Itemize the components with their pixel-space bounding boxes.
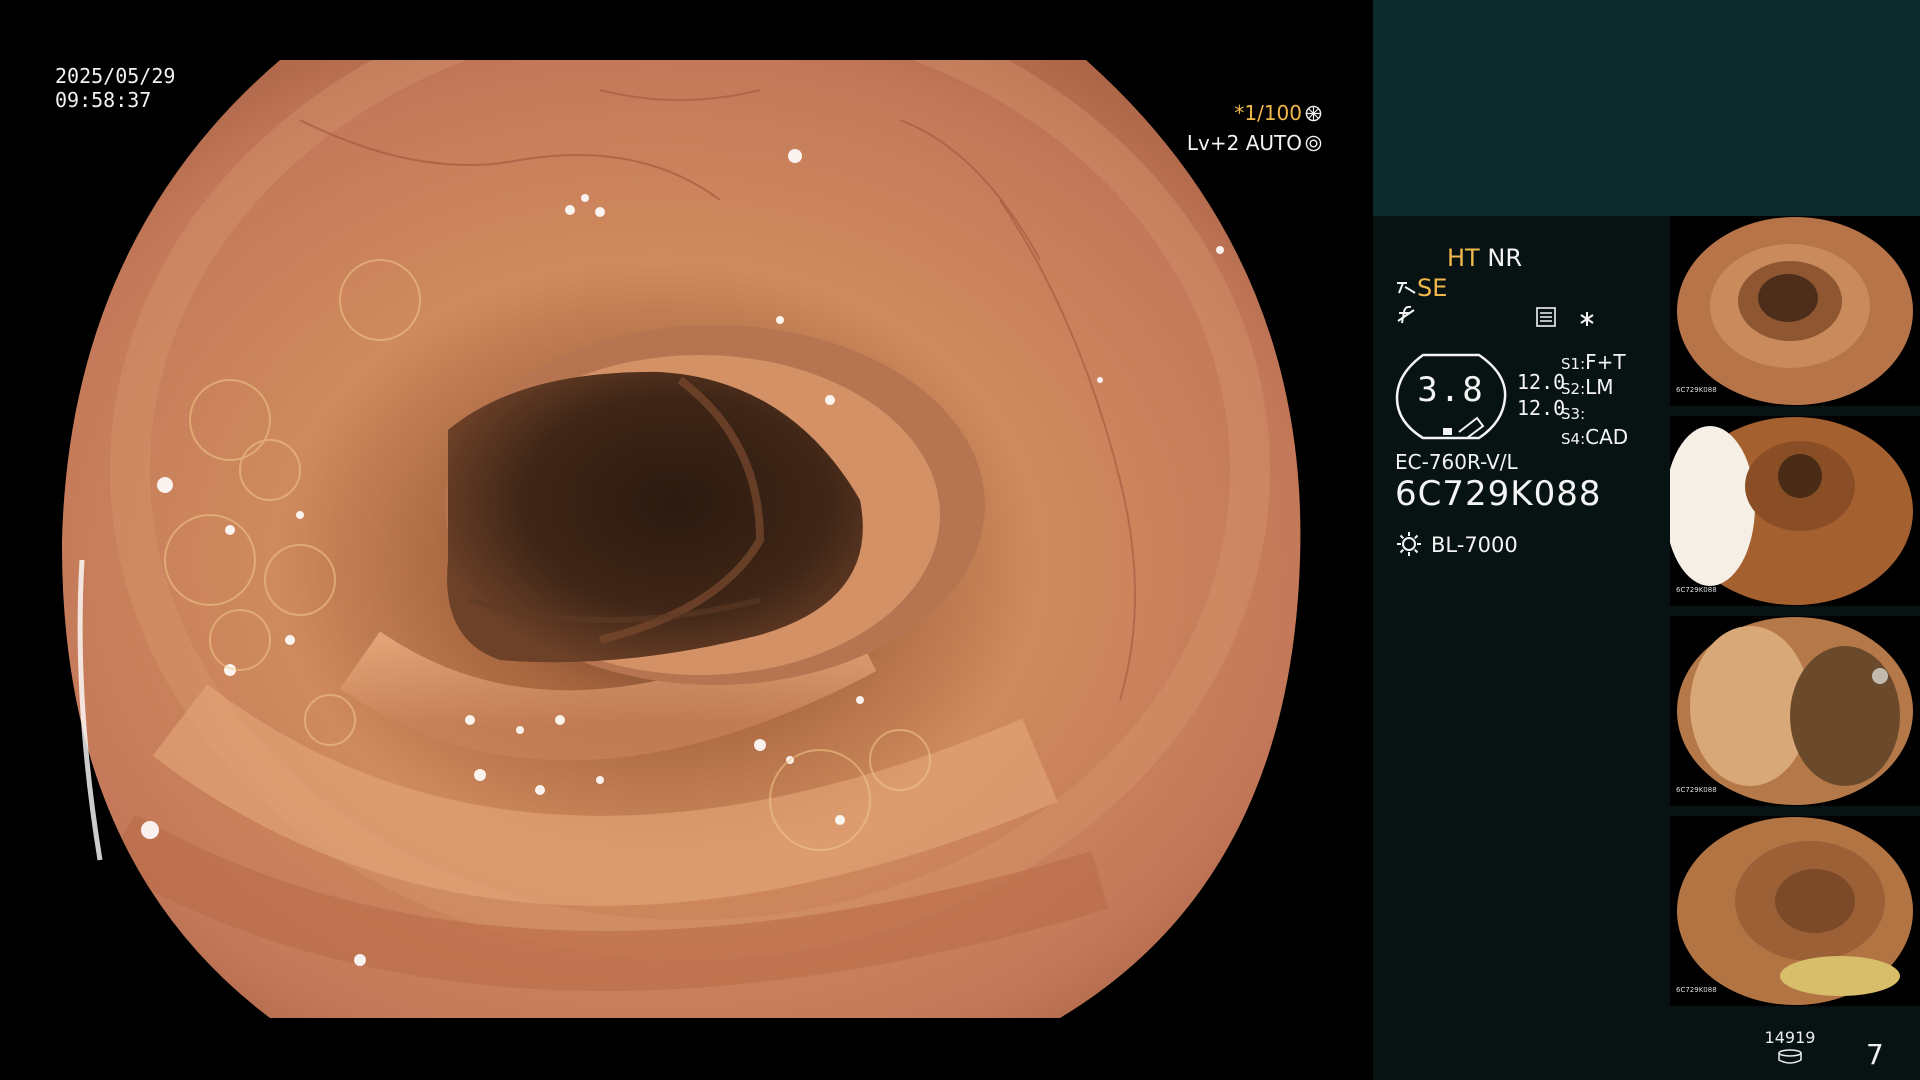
ht-label: HT [1447, 244, 1480, 272]
thumbnail-1-image [1670, 216, 1920, 406]
storage-count: 14919 [1764, 1028, 1816, 1047]
scope-serial: 6C729K088 [1395, 474, 1602, 514]
switch-2-key: S2: [1561, 380, 1586, 398]
switch-2-row: S2:LM [1561, 375, 1614, 399]
thumbnail-4-image [1670, 816, 1920, 1006]
shutter-readout: *1/100 Lv+2 AUTO [1187, 98, 1322, 158]
thumbnail-2-label: 6C729K088 [1676, 586, 1717, 594]
date-text: 2025/05/29 [55, 64, 176, 88]
panel-header-area [1373, 0, 1920, 216]
endoscopic-main-view: 2025/05/29 09:58:37 *1/100 Lv+2 AUTO [0, 0, 1372, 1080]
asterisk-icon [1580, 312, 1594, 326]
iris-mode: AUTO [1245, 131, 1302, 155]
shutter-aperture-icon [1305, 105, 1322, 122]
thumbnail-3[interactable]: 6C729K088 [1670, 616, 1920, 806]
gauge-value: 3.8 [1417, 370, 1485, 410]
gauge: 3.8 [1395, 352, 1507, 440]
switch-4-row: S4:CAD [1561, 425, 1628, 449]
thumbnail-3-label: 6C729K088 [1676, 786, 1717, 794]
iris-icon [1305, 135, 1322, 152]
storage-counter: 14919 [1760, 1028, 1820, 1065]
structure-enhance-icon [1397, 282, 1416, 294]
thumbnail-1[interactable]: 6C729K088 [1670, 216, 1920, 406]
switch-1-key: S1: [1561, 355, 1586, 373]
scope-model: EC-760R-V/L [1395, 450, 1518, 474]
memory-card-icon [1536, 307, 1556, 327]
switch-4-value: CAD [1585, 425, 1629, 449]
thumbnail-1-label: 6C729K088 [1676, 386, 1717, 394]
light-source-label: BL-7000 [1431, 533, 1518, 557]
memory-row [1535, 306, 1596, 331]
freeze-icon [1397, 305, 1415, 324]
status-block: HT NR SE 3.8 12.0 12.0 S1:F+T S2:LM S3: … [1395, 236, 1700, 566]
ht-nr-row: HT NR [1447, 244, 1522, 272]
enhance-level: Lv+2 [1186, 131, 1240, 155]
time-text: 09:58:37 [55, 88, 152, 112]
thumbnail-2-image [1670, 416, 1920, 606]
shutter-prefix: * [1234, 101, 1245, 125]
thumbnail-4-label: 6C729K088 [1676, 986, 1717, 994]
storage-disk-icon [1778, 1049, 1802, 1064]
nr-label: NR [1487, 244, 1522, 272]
switch-4-key: S4: [1561, 430, 1586, 448]
freeze-row [1395, 304, 1417, 332]
se-label: SE [1417, 274, 1448, 302]
light-source-row: BL-7000 [1395, 530, 1518, 558]
switch-2-value: LM [1585, 375, 1614, 399]
light-source-icon [1397, 532, 1421, 556]
gauge-value-b: 12.0 [1517, 396, 1566, 420]
endoscopic-image [0, 0, 1372, 1080]
switch-3-row: S3: [1561, 400, 1585, 424]
se-row: SE [1395, 274, 1447, 302]
date-time-readout: 2025/05/29 09:58:37 [55, 64, 175, 112]
image-count: 7 [1866, 1038, 1884, 1071]
thumbnail-3-image [1670, 616, 1920, 806]
thumbnail-2[interactable]: 6C729K088 [1670, 416, 1920, 606]
switch-3-key: S3: [1561, 405, 1586, 423]
shutter-speed: 1/100 [1244, 101, 1302, 125]
thumbnail-4[interactable]: 6C729K088 [1670, 816, 1920, 1006]
switch-1-row: S1:F+T [1561, 350, 1626, 374]
gauge-value-a: 12.0 [1517, 370, 1566, 394]
switch-1-value: F+T [1585, 350, 1626, 374]
